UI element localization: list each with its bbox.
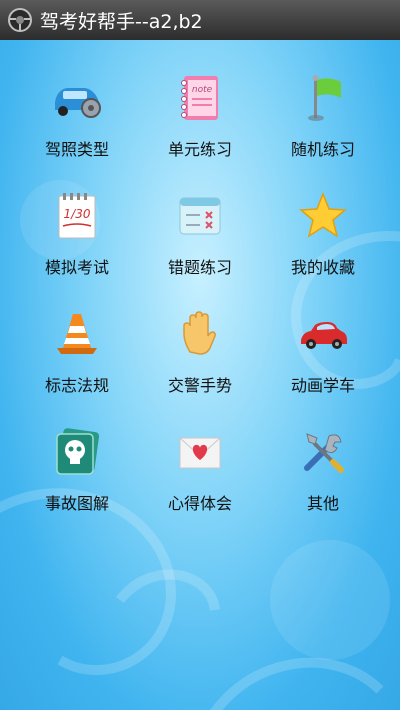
skull-card-icon (49, 424, 105, 480)
star-icon (295, 188, 351, 244)
menu-item-mock-exam[interactable]: 1/30 模拟考试 (17, 186, 137, 296)
menu-item-accident-diagrams[interactable]: 事故图解 (17, 422, 137, 532)
menu-item-police-gestures[interactable]: 交警手势 (140, 304, 260, 414)
main-menu-area: 驾照类型 note 单元练习 随机练习 1/30 模拟考试 错题练习 我的收藏 … (0, 40, 400, 710)
menu-item-label: 随机练习 (290, 140, 355, 159)
tools-icon (295, 424, 351, 480)
car-settings-icon (49, 70, 105, 126)
menu-item-label: 心得体会 (167, 494, 232, 513)
menu-item-random-practice[interactable]: 随机练习 (263, 68, 383, 178)
menu-item-label: 错题练习 (167, 258, 232, 277)
title-bar: 驾考好帮手--a2,b2 (0, 0, 400, 41)
exam-paper-icon: 1/30 (49, 188, 105, 244)
menu-item-signs-rules[interactable]: 标志法规 (17, 304, 137, 414)
menu-item-other[interactable]: 其他 (263, 422, 383, 532)
flag-icon (295, 70, 351, 126)
menu-item-label: 交警手势 (167, 376, 232, 395)
menu-item-wrong-practice[interactable]: 错题练习 (140, 186, 260, 296)
menu-item-unit-practice[interactable]: note 单元练习 (140, 68, 260, 178)
menu-item-label: 事故图解 (44, 494, 109, 513)
svg-text:1/30: 1/30 (64, 207, 91, 221)
app-title: 驾考好帮手--a2,b2 (40, 10, 203, 33)
menu-item-label: 模拟考试 (44, 258, 109, 277)
menu-item-label: 我的收藏 (290, 258, 355, 277)
menu-item-animated-driving[interactable]: 动画学车 (263, 304, 383, 414)
red-car-icon (295, 306, 351, 362)
menu-item-label: 驾照类型 (44, 140, 109, 159)
steering-wheel-icon (6, 6, 34, 34)
heart-envelope-icon (172, 424, 228, 480)
notebook-icon: note (172, 70, 228, 126)
menu-item-license-type[interactable]: 驾照类型 (17, 68, 137, 178)
traffic-cone-icon (49, 306, 105, 362)
menu-item-label: 动画学车 (290, 376, 355, 395)
menu-item-label: 其他 (306, 494, 339, 513)
wrong-answers-card-icon (172, 188, 228, 244)
menu-item-label: 单元练习 (167, 140, 232, 159)
hand-gesture-icon (172, 306, 228, 362)
menu-item-label: 标志法规 (44, 376, 109, 395)
menu-item-my-favorites[interactable]: 我的收藏 (263, 186, 383, 296)
svg-text:note: note (192, 85, 213, 95)
menu-item-experience[interactable]: 心得体会 (140, 422, 260, 532)
